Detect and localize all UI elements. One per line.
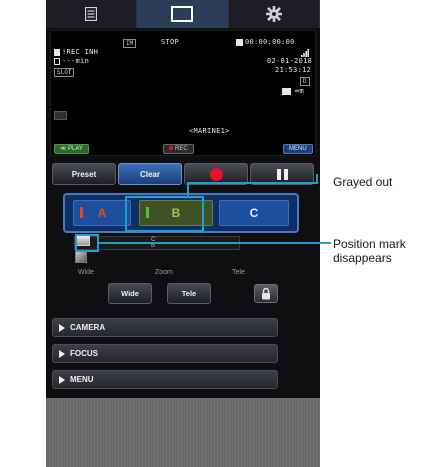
position-corner-icon (75, 251, 87, 263)
lock-icon (262, 287, 270, 300)
zoom-tele-label: Tele (232, 269, 245, 276)
grayed-out-drop-line (187, 182, 189, 197)
rec-inh-indicator: !REC INH (54, 48, 98, 57)
rec-dot-icon (169, 146, 173, 150)
preset-a-label: A (97, 206, 107, 220)
remaining-time: ---min (54, 57, 89, 66)
gear-icon (265, 6, 282, 22)
camera-menu-label: CAMERA (70, 323, 106, 332)
rec-label: REC (175, 146, 188, 152)
zoom-labels: Wide Zoom Tele (78, 269, 268, 279)
infinity-indicator: ∞m (295, 87, 305, 95)
remaining-value: ---min (62, 57, 90, 65)
battery-icon (282, 88, 291, 95)
lock-button[interactable] (254, 284, 278, 303)
menu-button[interactable]: MENU (283, 144, 313, 154)
expand-arrow-icon (59, 323, 65, 332)
timecode-value: 00:00:00:00 (245, 38, 295, 46)
d-badge: D (300, 77, 310, 86)
slot-badge: SLOT (54, 68, 75, 77)
zoom-wide-label: Wide (78, 269, 94, 276)
preset-a-button[interactable]: A (73, 200, 131, 226)
preset-a-mark (80, 207, 83, 218)
expand-arrow-icon (59, 349, 65, 358)
stop-status: STOP (161, 38, 180, 46)
camera-name: <MARINE1> (189, 127, 230, 135)
date-display: 02-01-2018 (267, 57, 313, 65)
card-icon (54, 49, 60, 56)
camera-menu[interactable]: CAMERA (52, 318, 278, 337)
play-button[interactable]: ≪ PLAY (54, 144, 89, 154)
tab-settings[interactable] (229, 0, 320, 28)
preset-c-label: C (249, 206, 259, 220)
play-icon: ≪ (60, 146, 68, 152)
tab-list[interactable] (46, 0, 138, 28)
time-display: 21:53:12 (275, 66, 312, 74)
position-mark-connector (99, 242, 331, 244)
screen-icon (171, 6, 194, 22)
tab-screen[interactable] (137, 0, 229, 28)
timecode-display: 00:00:00:00 (236, 38, 295, 47)
preset-c-button[interactable]: C (219, 200, 289, 226)
rec-inh-text: !REC INH (62, 48, 99, 56)
list-icon (85, 7, 98, 21)
tele-button[interactable]: Tele (167, 283, 211, 304)
focus-menu[interactable]: FOCUS (52, 344, 278, 363)
tab-bar (46, 0, 320, 28)
position-mark-label-line2: disappears (333, 251, 392, 265)
grayed-out-connector (187, 174, 318, 184)
preset-button[interactable]: Preset (52, 163, 116, 185)
timecode-icon (236, 39, 243, 46)
im-badge: IM (123, 39, 137, 48)
grayed-out-label: Grayed out (333, 175, 393, 189)
zoom-title-label: Zoom (155, 269, 173, 276)
menu-menu-label: MENU (70, 375, 94, 384)
wide-button[interactable]: Wide (108, 283, 152, 304)
menu-menu[interactable]: MENU (52, 370, 278, 389)
status-monitor: IM STOP 00:00:00:00 !REC INH ---min 02-0… (50, 30, 316, 156)
rec-button[interactable]: REC (163, 144, 194, 154)
expand-arrow-icon (59, 375, 65, 384)
media-icon (54, 58, 60, 65)
antenna-icon (301, 49, 309, 57)
clear-button[interactable]: Clear (118, 163, 182, 185)
play-label: PLAY (67, 146, 83, 152)
position-mark-highlight (75, 234, 99, 252)
focus-menu-label: FOCUS (70, 349, 98, 358)
cr-badge (54, 111, 67, 120)
strip-label-b: B (151, 243, 156, 249)
position-mark-label-line1: Position mark (333, 237, 406, 251)
grayed-out-highlight (125, 196, 204, 232)
